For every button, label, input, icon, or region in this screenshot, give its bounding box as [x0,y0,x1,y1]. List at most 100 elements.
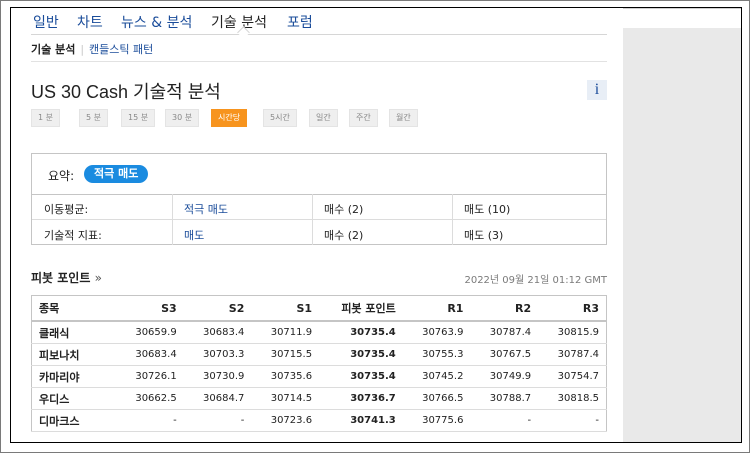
subnav-technical-analysis[interactable]: 기술 분석 [31,43,75,56]
summary-row-sell: 매도 (10) [464,203,511,216]
row-name: 카마리야 [31,365,116,388]
summary-row-moving-averages: 이동평균: 적극 매도 매수 (2) 매도 (10) [32,194,606,220]
cell-r3: - [538,409,607,432]
subnav-separator: | [80,43,85,56]
cell-s2: 30684.7 [183,387,252,410]
nav-item-news-analysis[interactable]: 뉴스 & 분석 [121,12,192,32]
subnav-divider [31,61,607,62]
timeframe-daily[interactable]: 일간 [309,109,338,127]
nav-item-chart[interactable]: 차트 [77,12,103,32]
summary-header: 요약: 적극 매도 [32,154,606,195]
cell-r2: 30787.4 [470,321,539,344]
cell-pivot-point: 30735.4 [319,321,403,344]
cell-s2: 30683.4 [183,321,252,344]
cell-r2: 30788.7 [470,387,539,410]
cell-pivot-point: 30735.4 [319,343,403,366]
cell-r1: 30763.9 [402,321,471,344]
column-header: S3 [116,295,184,322]
row-name: 클래식 [31,321,116,344]
timeframe-5min[interactable]: 5 분 [79,109,108,127]
top-navigation: 일반 차트 뉴스 & 분석 기술 분석 포럼 [31,10,607,39]
page-title: US 30 Cash 기술적 분석 [31,82,221,102]
cell-s3: 30659.9 [116,321,184,344]
timeframe-hourly[interactable]: 시간당 [211,109,248,127]
nav-item-forum[interactable]: 포럼 [287,12,313,32]
summary-row-signal[interactable]: 적극 매도 [184,201,228,217]
timeframe-30min[interactable]: 30 분 [165,109,200,127]
column-header: 피봇 포인트 [319,295,403,322]
cell-r3: 30815.9 [538,321,607,344]
summary-badge: 적극 매도 [84,165,149,183]
timeframe-5hour[interactable]: 5시간 [263,109,297,127]
summary-row-signal[interactable]: 매도 [184,227,204,243]
subnav-candlestick-patterns[interactable]: 캔들스틱 패턴 [89,43,153,56]
timeframe-15min[interactable]: 15 분 [121,109,156,127]
cell-pivot-point: 30735.4 [319,365,403,388]
cell-s2: 30730.9 [183,365,252,388]
cell-s3: - [116,409,184,432]
cell-r1: 30755.3 [402,343,471,366]
column-header: 종목 [31,295,116,322]
column-header: R2 [470,295,539,322]
pivot-points-heading[interactable]: 피봇 포인트 » [31,269,102,286]
summary-row-buy: 매수 (2) [324,229,364,242]
summary-divider [172,194,173,245]
cell-r1: 30775.6 [402,409,471,432]
sub-navigation: 기술 분석 | 캔들스틱 패턴 [31,41,153,57]
row-name: 디마크스 [31,409,116,432]
cell-s1: 30715.5 [251,343,320,366]
cell-r1: 30745.2 [402,365,471,388]
cell-r1: 30766.5 [402,387,471,410]
pivot-timestamp: 2022년 09월 21일 01:12 GMT [464,275,607,286]
nav-item-general[interactable]: 일반 [33,12,59,32]
pivot-heading-text: 피봇 포인트 [31,271,91,285]
row-name: 피보나치 [31,343,116,366]
column-header: R3 [538,295,607,322]
cell-s2: - [183,409,252,432]
cell-r2: - [470,409,539,432]
table-row: 디마크스 - - 30723.6 30741.3 30775.6 - - [31,409,607,432]
cell-s3: 30683.4 [116,343,184,366]
cell-s2: 30703.3 [183,343,252,366]
timeframe-monthly[interactable]: 월간 [389,109,418,127]
summary-divider [312,194,313,245]
right-sidebar [623,28,741,442]
cell-s1: 30723.6 [251,409,320,432]
pivot-points-table: 종목 S3 S2 S1 피봇 포인트 R1 R2 R3 클래식 30659.9 … [31,295,607,432]
column-header: S1 [251,295,320,322]
summary-row-sell: 매도 (3) [464,229,504,242]
cell-s3: 30662.5 [116,387,184,410]
pivot-heading-arrow: » [94,271,102,285]
table-row: 우디스 30662.5 30684.7 30714.5 30736.7 3076… [31,387,607,410]
summary-row-label: 기술적 지표: [44,229,102,242]
cell-r2: 30767.5 [470,343,539,366]
cell-s1: 30714.5 [251,387,320,410]
table-row: 클래식 30659.9 30683.4 30711.9 30735.4 3076… [31,321,607,344]
summary-divider [452,194,453,245]
right-pane-divider [623,8,741,9]
column-header: S2 [183,295,252,322]
timeframe-weekly[interactable]: 주간 [349,109,378,127]
summary-label: 요약: [48,169,75,183]
info-icon[interactable]: i [587,80,607,100]
row-name: 우디스 [31,387,116,410]
cell-pivot-point: 30741.3 [319,409,403,432]
summary-box: 요약: 적극 매도 이동평균: 적극 매도 매수 (2) 매도 (10) 기술적… [31,153,607,245]
summary-row-technical-indicators: 기술적 지표: 매도 매수 (2) 매도 (3) [32,220,606,245]
table-row: 카마리야 30726.1 30730.9 30735.6 30735.4 307… [31,365,607,388]
cell-s1: 30735.6 [251,365,320,388]
column-header: R1 [402,295,471,322]
pivot-header-row: 종목 S3 S2 S1 피봇 포인트 R1 R2 R3 [31,295,607,322]
page-frame: 일반 차트 뉴스 & 분석 기술 분석 포럼 기술 분석 | 캔들스틱 패턴 US … [10,7,742,443]
cell-r3: 30818.5 [538,387,607,410]
cell-r3: 30754.7 [538,365,607,388]
cell-r2: 30749.9 [470,365,539,388]
cell-pivot-point: 30736.7 [319,387,403,410]
cell-s3: 30726.1 [116,365,184,388]
summary-row-label: 이동평균: [44,203,89,216]
table-row: 피보나치 30683.4 30703.3 30715.5 30735.4 307… [31,343,607,366]
cell-r3: 30787.4 [538,343,607,366]
timeframe-1min[interactable]: 1 분 [31,109,60,127]
cell-s1: 30711.9 [251,321,320,344]
summary-row-buy: 매수 (2) [324,203,364,216]
